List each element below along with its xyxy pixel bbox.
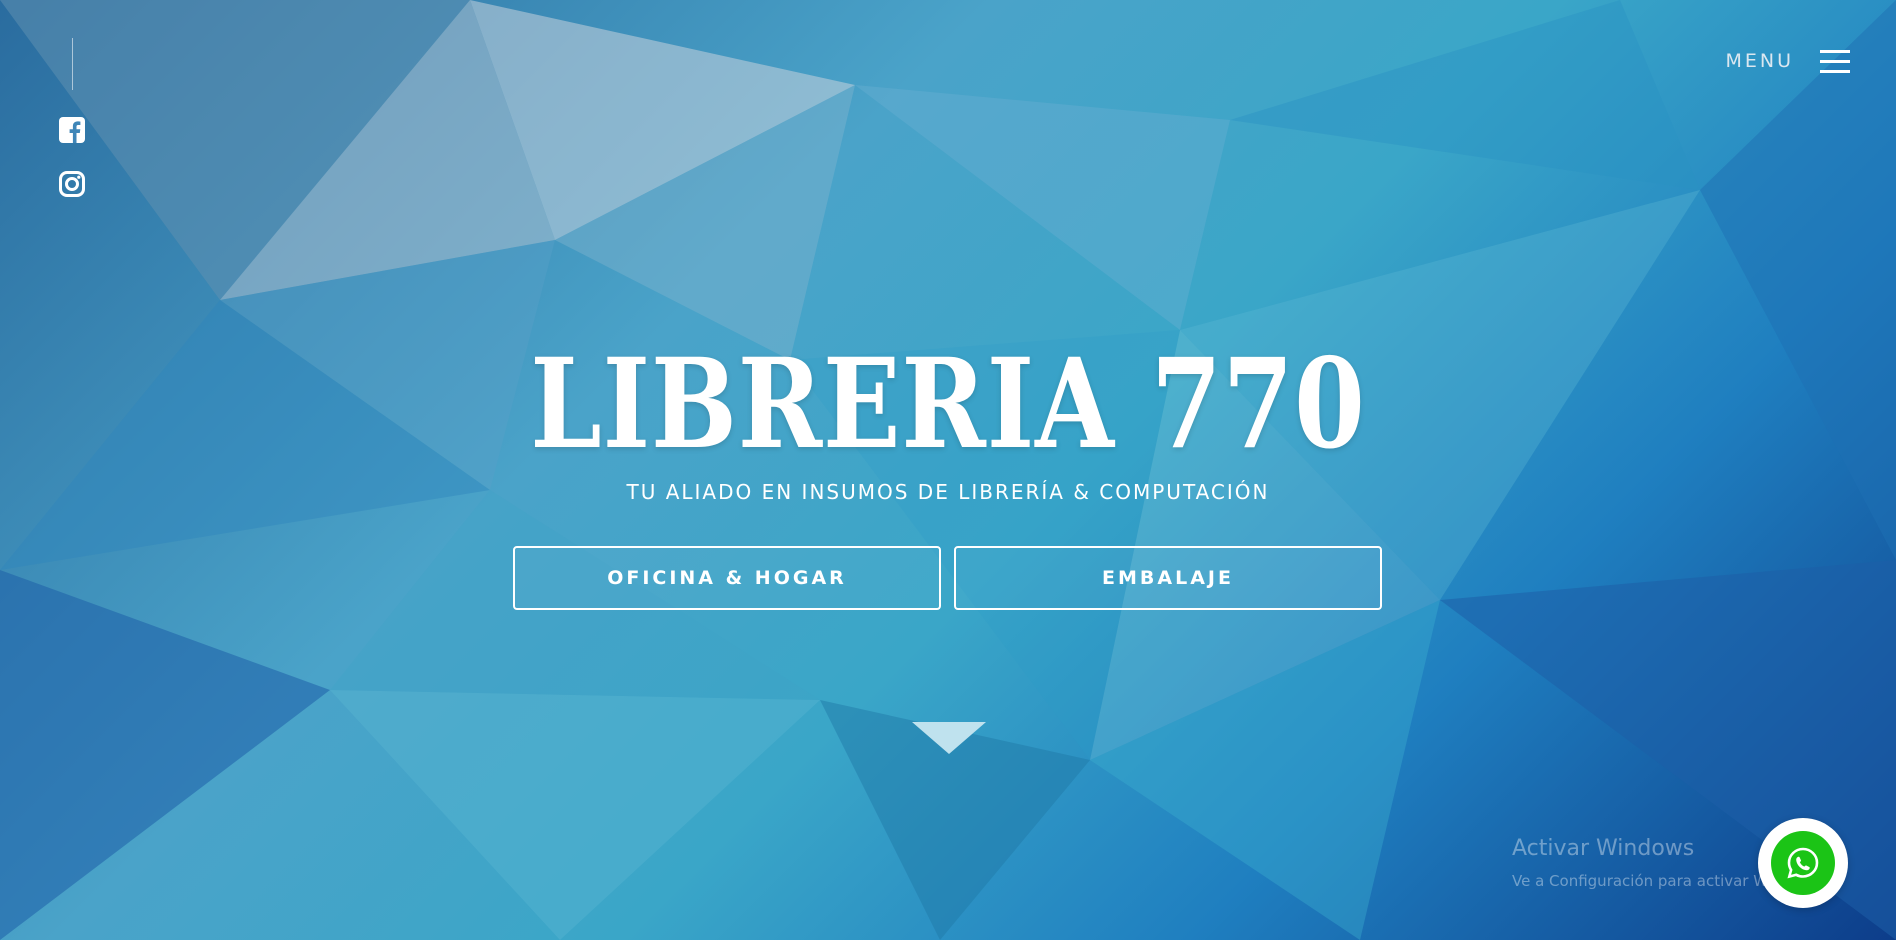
facebook-icon — [59, 117, 85, 143]
triangle-down-icon[interactable] — [912, 722, 986, 754]
whatsapp-icon — [1787, 847, 1819, 879]
hamburger-icon[interactable] — [1820, 48, 1850, 74]
instagram-icon — [59, 171, 85, 197]
menu-label: MENU — [1725, 50, 1794, 72]
hero-title: LIBRERIA 770 — [530, 332, 1366, 477]
menu-toggle[interactable]: MENU — [1725, 48, 1850, 74]
facebook-link[interactable] — [58, 116, 86, 144]
hero-section: MENU LIBRERIA 770 TU ALIADO EN INSUMOS D… — [0, 0, 1896, 940]
social-rail-line — [72, 38, 73, 90]
instagram-link[interactable] — [58, 170, 86, 198]
whatsapp-icon-bg — [1771, 831, 1835, 895]
whatsapp-button[interactable] — [1758, 818, 1848, 908]
embalaje-button[interactable]: EMBALAJE — [954, 546, 1382, 610]
windows-activation-title: Activar Windows — [1512, 836, 1695, 861]
hero-subtitle: TU ALIADO EN INSUMOS DE LIBRERÍA & COMPU… — [626, 480, 1270, 504]
oficina-hogar-button[interactable]: OFICINA & HOGAR — [513, 546, 941, 610]
